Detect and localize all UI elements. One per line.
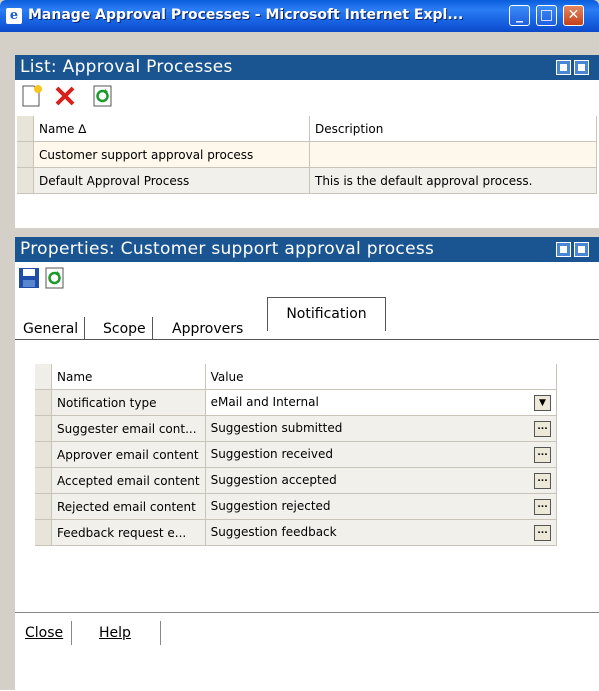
ellipsis-icon[interactable]: ... [534,524,551,541]
refresh-icon[interactable] [43,266,67,290]
property-name: Feedback request e... [51,519,206,546]
header-selector-cell [35,364,52,390]
browser-window: e Manage Approval Processes - Microsoft … [0,0,599,691]
row-description[interactable]: This is the default approval process. [309,167,597,194]
notification-tab-content: Name Value Notification type eMail and I… [15,339,599,612]
property-name: Rejected email content [51,493,206,520]
approval-process-table: Name ∆ Description Customer support appr… [17,116,597,194]
refresh-icon[interactable] [91,84,115,108]
save-icon[interactable] [17,266,41,290]
ellipsis-icon[interactable]: ... [534,498,551,515]
row-name[interactable]: Customer support approval process [33,141,310,168]
property-value: eMail and Internal [210,394,319,409]
property-value: Suggestion rejected [210,498,331,513]
property-value-cell[interactable]: Suggestion feedback ... [205,519,558,546]
table-row[interactable]: Accepted email content Suggestion accept… [35,467,558,494]
property-name: Approver email content [51,441,206,468]
close-window-button[interactable]: ✕ [563,5,584,26]
minimize-button[interactable]: _ [509,5,530,26]
help-button[interactable]: Help [91,621,161,645]
tab-scope[interactable]: Scope [97,317,153,341]
row-selector[interactable] [35,519,52,546]
row-selector[interactable] [17,141,34,168]
tab-approvers[interactable]: Approvers [166,317,250,341]
table-row[interactable]: Default Approval Process This is the def… [17,167,597,194]
help-button-label: Help [99,625,131,641]
row-description[interactable] [309,141,597,168]
property-value-cell[interactable]: Suggestion accepted ... [205,467,558,494]
new-document-icon[interactable] [20,84,44,108]
row-selector[interactable] [35,493,52,520]
property-name: Accepted email content [51,467,206,494]
list-panel-body: Name ∆ Description Customer support appr… [15,80,599,228]
panel-restore-icon[interactable] [556,60,571,75]
ellipsis-icon[interactable]: ... [534,420,551,437]
properties-panel-title: Properties: Customer support approval pr… [20,239,435,259]
ellipsis-icon[interactable]: ... [534,446,551,463]
table-row[interactable]: Approver email content Suggestion receiv… [35,441,558,468]
notification-properties-table: Name Value Notification type eMail and I… [35,364,558,546]
list-panel-title: List: Approval Processes [20,57,233,77]
row-selector[interactable] [35,415,52,442]
dropdown-icon[interactable]: ▼ [534,394,551,411]
table-row[interactable]: Suggester email cont... Suggestion submi… [35,415,558,442]
notification-type-select[interactable]: eMail and Internal ▼ [205,389,558,416]
table-row[interactable]: Rejected email content Suggestion reject… [35,493,558,520]
property-name: Suggester email cont... [51,415,206,442]
delete-icon[interactable] [53,84,77,108]
ie-icon: e [6,8,22,24]
dialog-footer: Close Help [15,612,599,691]
tab-general[interactable]: General [17,317,86,341]
window-title: Manage Approval Processes - Microsoft In… [28,7,464,23]
row-selector[interactable] [35,389,52,416]
row-selector[interactable] [35,467,52,494]
row-selector[interactable] [17,167,34,194]
table-row[interactable]: Notification type eMail and Internal ▼ [35,389,558,416]
list-panel-header: List: Approval Processes [15,55,599,80]
table-row[interactable]: Customer support approval process [17,141,597,168]
property-name: Notification type [51,389,206,416]
close-button[interactable]: Close [17,621,73,645]
properties-panel-header: Properties: Customer support approval pr… [15,237,599,262]
property-value: Suggestion received [210,446,333,461]
property-value: Suggestion accepted [210,472,337,487]
table-row[interactable]: Feedback request e... Suggestion feedbac… [35,519,558,546]
panel-restore-icon[interactable] [556,242,571,257]
close-button-label: Close [25,625,64,641]
property-value-cell[interactable]: Suggestion submitted ... [205,415,558,442]
property-value: Suggestion submitted [210,420,343,435]
column-header-name[interactable]: Name ∆ [33,116,310,142]
column-header-name[interactable]: Name [51,364,206,390]
property-value-cell[interactable]: Suggestion rejected ... [205,493,558,520]
property-value: Suggestion feedback [210,524,337,539]
ellipsis-icon[interactable]: ... [534,472,551,489]
row-selector[interactable] [35,441,52,468]
header-selector-cell [17,116,34,142]
column-header-value[interactable]: Value [205,364,558,390]
tab-notification[interactable]: Notification [267,297,386,331]
column-header-description[interactable]: Description [309,116,597,142]
row-name[interactable]: Default Approval Process [33,167,310,194]
property-value-cell[interactable]: Suggestion received ... [205,441,558,468]
window-title-bar: e Manage Approval Processes - Microsoft … [0,0,599,32]
panel-maximize-icon[interactable] [574,60,589,75]
panel-maximize-icon[interactable] [574,242,589,257]
maximize-button[interactable]: □ [536,5,557,26]
